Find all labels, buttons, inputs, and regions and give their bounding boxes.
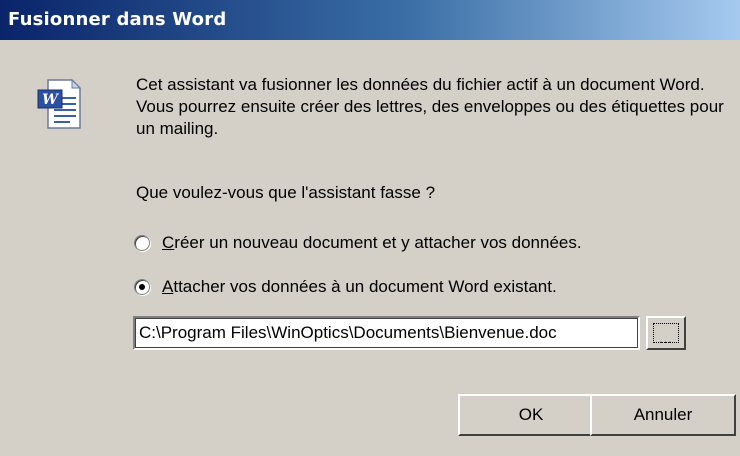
intro-text: Cet assistant va fusionner les données d… (136, 75, 724, 138)
radio-button-selected[interactable] (134, 279, 150, 295)
option-label: Attacher vos données à un document Word … (162, 277, 557, 296)
option-label: Créer un nouveau document et y attacher … (162, 233, 582, 252)
browse-button[interactable]: ... (646, 316, 686, 350)
radio-button[interactable] (134, 235, 150, 251)
browse-ellipsis-icon: ... (659, 332, 673, 346)
document-path-field[interactable] (133, 316, 640, 350)
question-text: Que voulez-vous que l'assistant fasse ? (136, 183, 436, 202)
cancel-button[interactable]: Annuler (590, 394, 736, 436)
title-bar[interactable]: Fusionner dans Word (0, 0, 740, 40)
merge-dialog: Fusionner dans Word W Cet assistant va f… (0, 0, 740, 456)
ok-button[interactable]: OK (458, 394, 604, 436)
word-document-icon: W (36, 78, 82, 130)
svg-text:W: W (42, 92, 59, 108)
window-title: Fusionner dans Word (8, 9, 227, 30)
